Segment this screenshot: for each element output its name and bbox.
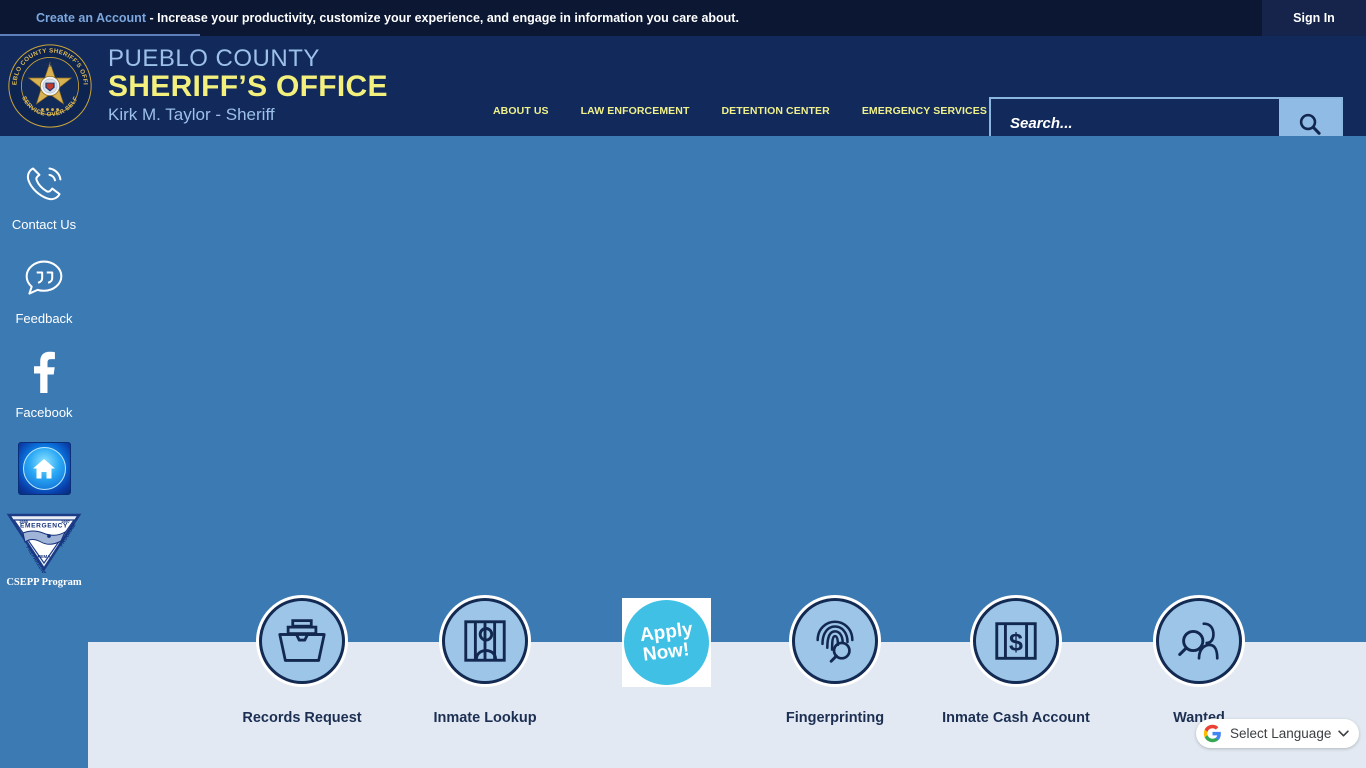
quick-link-label-inmate-lookup: Inmate Lookup <box>433 710 537 726</box>
apply-now-line2: Now! <box>642 638 691 666</box>
sidebar-label-feedback: Feedback <box>15 311 73 326</box>
file-box-icon <box>278 619 326 662</box>
svg-text:1988: 1988 <box>19 519 29 524</box>
home-badge-icon <box>17 442 71 495</box>
nav-detention-center[interactable]: DETENTION CENTER <box>721 105 829 117</box>
brand-county-name: PUEBLO COUNTY <box>108 45 320 72</box>
quick-link-wanted[interactable]: Wanted <box>1109 598 1289 726</box>
sidebar-item-feedback[interactable]: Feedback <box>0 254 88 326</box>
sidebar-item-home-badge[interactable] <box>0 442 88 495</box>
sidebar-item-contact-us[interactable]: Contact Us <box>0 160 88 232</box>
nav-law-enforcement[interactable]: LAW ENFORCEMENT <box>581 105 690 117</box>
sidebar-label-facebook: Facebook <box>15 405 73 420</box>
wanted-magnifier-person-icon <box>1178 622 1219 660</box>
jail-bars-person-icon <box>464 620 506 662</box>
top-utility-bar: Create an Account - Increase your produc… <box>0 0 1366 36</box>
csepp-emblem-icon: EMERGENCY 1988 1997 PREPAREDNESS PROGRAM… <box>6 513 82 573</box>
svg-text:$: $ <box>1009 629 1023 657</box>
quick-link-inmate-cash-account[interactable]: $ Inmate Cash Account <box>926 598 1106 726</box>
top-bar-message: Create an Account - Increase your produc… <box>36 11 739 25</box>
quick-link-fingerprinting[interactable]: Fingerprinting <box>745 598 925 726</box>
google-translate-widget[interactable]: Select Language <box>1196 719 1360 748</box>
top-bar-message-text: - Increase your productivity, customize … <box>145 11 739 25</box>
quick-link-inmate-lookup[interactable]: Inmate Lookup <box>395 598 575 726</box>
phone-icon <box>26 167 62 201</box>
house-icon <box>33 458 55 478</box>
speech-bubble-quote-icon <box>25 260 63 295</box>
site-header: PUEBLO COUNTY SHERIFF'S OFFICE SERVICE O… <box>0 36 1366 150</box>
jail-bars-dollar-icon: $ <box>995 622 1037 660</box>
brand-sheriff-name: Kirk M. Taylor - Sheriff <box>108 105 275 124</box>
brand-office-name: SHERIFF’S OFFICE <box>108 70 388 103</box>
apply-now-circle: Apply Now! <box>624 600 709 685</box>
google-logo-icon <box>1203 724 1221 743</box>
chevron-down-icon <box>1338 730 1350 737</box>
apply-now-button[interactable]: Apply Now! <box>622 598 711 687</box>
sheriff-badge-seal-icon: PUEBLO COUNTY SHERIFF'S OFFICE SERVICE O… <box>8 44 92 128</box>
quick-link-records-request[interactable]: Records Request <box>212 598 392 726</box>
left-sidebar: Contact Us Feedback Facebook EMERGENCY 1… <box>0 136 88 768</box>
quick-links-bar: Records Request Inmate Lookup Apply Now! <box>88 598 1366 768</box>
sidebar-item-csepp[interactable]: EMERGENCY 1988 1997 PREPAREDNESS PROGRAM… <box>5 511 83 588</box>
fingerprint-icon <box>816 620 854 663</box>
facebook-icon <box>34 351 55 393</box>
quick-link-label-fingerprinting: Fingerprinting <box>785 710 885 726</box>
quick-link-label-records-request: Records Request <box>242 710 362 726</box>
nav-emergency-services[interactable]: EMERGENCY SERVICES <box>862 105 987 117</box>
csepp-label: CSEPP Program <box>6 577 82 588</box>
brand-block[interactable]: PUEBLO COUNTY SHERIFF'S OFFICE SERVICE O… <box>0 36 388 136</box>
sidebar-label-contact-us: Contact Us <box>11 217 77 232</box>
svg-text:1997: 1997 <box>61 519 71 524</box>
nav-about-us[interactable]: ABOUT US <box>493 105 549 117</box>
quick-link-label-inmate-cash-account: Inmate Cash Account <box>942 710 1090 726</box>
create-account-link[interactable]: Create an Account <box>36 11 146 25</box>
sign-in-button[interactable]: Sign In <box>1262 0 1366 36</box>
sidebar-item-facebook[interactable]: Facebook <box>0 348 88 420</box>
translate-label: Select Language <box>1230 726 1332 741</box>
svg-text:FEMA: FEMA <box>37 554 51 559</box>
svg-text:SHERIFF: SHERIFF <box>41 62 59 67</box>
search-icon <box>1299 113 1321 135</box>
